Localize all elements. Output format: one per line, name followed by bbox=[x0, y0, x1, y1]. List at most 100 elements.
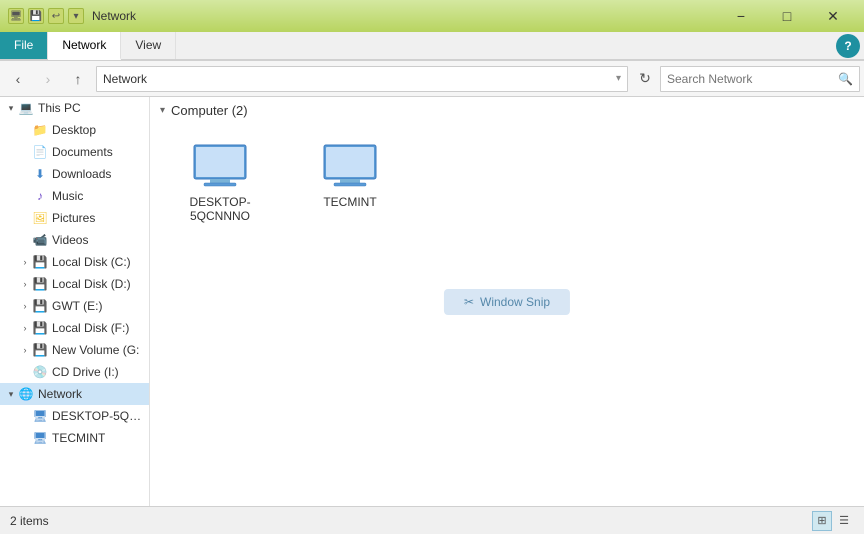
sidebar-item-local-f[interactable]: › 💾 Local Disk (F:) bbox=[14, 317, 149, 339]
section-header-computer[interactable]: ▾ Computer (2) bbox=[150, 97, 864, 124]
toggle-pictures bbox=[18, 211, 32, 225]
desktop-icon: 📁 bbox=[32, 122, 48, 138]
sidebar-label-local-c: Local Disk (C:) bbox=[52, 255, 131, 269]
sidebar-label-music: Music bbox=[52, 189, 83, 203]
quick-access-undo[interactable]: ↩ bbox=[48, 8, 64, 24]
sidebar-item-local-c[interactable]: › 💾 Local Disk (C:) bbox=[14, 251, 149, 273]
local-f-icon: 💾 bbox=[32, 320, 48, 336]
pictures-icon: 🖼 bbox=[32, 210, 48, 226]
search-input[interactable] bbox=[667, 72, 838, 86]
sidebar-item-desktop[interactable]: 📁 Desktop bbox=[14, 119, 149, 141]
network-icon: 🌐 bbox=[18, 386, 34, 402]
tab-file[interactable]: File bbox=[0, 32, 48, 59]
items-grid: DESKTOP-5QCNNNO TECMINT bbox=[150, 124, 864, 242]
item-count: 2 items bbox=[10, 514, 49, 528]
breadcrumb-dropdown-icon[interactable]: ▾ bbox=[616, 73, 621, 84]
sidebar-label-documents: Documents bbox=[52, 145, 113, 159]
sidebar-label-videos: Videos bbox=[52, 233, 88, 247]
details-view-button[interactable]: ☰ bbox=[834, 511, 854, 531]
desktop-5qcn-icon: 🖥 bbox=[32, 408, 48, 424]
videos-icon: 📹 bbox=[32, 232, 48, 248]
up-button[interactable]: ↑ bbox=[64, 65, 92, 93]
nav-bar: ‹ › ↑ Network ▾ ↻ 🔍 bbox=[0, 61, 864, 97]
toggle-this-pc[interactable]: ▾ bbox=[4, 101, 18, 115]
tecmint-icon: 🖥 bbox=[32, 430, 48, 446]
sidebar-label-downloads: Downloads bbox=[52, 167, 111, 181]
new-volume-g-icon: 💾 bbox=[32, 342, 48, 358]
toggle-local-c[interactable]: › bbox=[18, 255, 32, 269]
local-c-icon: 💾 bbox=[32, 254, 48, 270]
sidebar-label-pictures: Pictures bbox=[52, 211, 95, 225]
main-layout: ▾ 💻 This PC 📁 Desktop 📄 Documents ⬇ Down… bbox=[0, 97, 864, 506]
sidebar-item-tecmint[interactable]: 🖥 TECMINT bbox=[14, 427, 149, 449]
item-label-desktop: DESKTOP-5QCNNNO bbox=[169, 195, 271, 223]
address-bar[interactable]: Network ▾ bbox=[96, 66, 628, 92]
quick-access-save[interactable]: 💾 bbox=[28, 8, 44, 24]
forward-button[interactable]: › bbox=[34, 65, 62, 93]
item-label-tecmint: TECMINT bbox=[323, 195, 376, 209]
sidebar-item-documents[interactable]: 📄 Documents bbox=[14, 141, 149, 163]
this-pc-icon: 💻 bbox=[18, 100, 34, 116]
downloads-icon: ⬇ bbox=[32, 166, 48, 182]
tab-view[interactable]: View bbox=[121, 32, 176, 59]
grid-item-desktop[interactable]: DESKTOP-5QCNNNO bbox=[160, 134, 280, 232]
sidebar-item-desktop-5qcn[interactable]: 🖥 DESKTOP-5QCN bbox=[14, 405, 149, 427]
toggle-desktop-5qcn bbox=[18, 409, 32, 423]
toggle-new-volume-g[interactable]: › bbox=[18, 343, 32, 357]
computer-icon-desktop bbox=[190, 143, 250, 191]
local-d-icon: 💾 bbox=[32, 276, 48, 292]
window-title: Network bbox=[92, 9, 718, 23]
sidebar-item-new-volume-g[interactable]: › 💾 New Volume (G: bbox=[14, 339, 149, 361]
sidebar-label-tecmint: TECMINT bbox=[52, 431, 105, 445]
computer-icon-tecmint bbox=[320, 143, 380, 191]
sidebar-label-local-f: Local Disk (F:) bbox=[52, 321, 129, 335]
large-icons-view-button[interactable]: ⊞ bbox=[812, 511, 832, 531]
sidebar-item-music[interactable]: ♪ Music bbox=[14, 185, 149, 207]
documents-icon: 📄 bbox=[32, 144, 48, 160]
search-icon: 🔍 bbox=[838, 72, 853, 86]
back-button[interactable]: ‹ bbox=[4, 65, 32, 93]
minimize-button[interactable]: − bbox=[718, 0, 764, 32]
title-bar-icons: 🖥 💾 ↩ ▾ bbox=[8, 8, 84, 24]
toggle-desktop bbox=[18, 123, 32, 137]
snip-icon: ✂ bbox=[464, 295, 474, 309]
content-area: ▾ Computer (2) DESKTOP-5QCNNNO bbox=[150, 97, 864, 506]
sidebar-item-local-d[interactable]: › 💾 Local Disk (D:) bbox=[14, 273, 149, 295]
toggle-network[interactable]: ▾ bbox=[4, 387, 18, 401]
sidebar-label-network: Network bbox=[38, 387, 82, 401]
toggle-downloads bbox=[18, 167, 32, 181]
quick-access-menu[interactable]: ▾ bbox=[68, 8, 84, 24]
window-controls: − □ ✕ bbox=[718, 0, 856, 32]
toggle-tecmint bbox=[18, 431, 32, 445]
toggle-gwt-e[interactable]: › bbox=[18, 299, 32, 313]
grid-item-tecmint[interactable]: TECMINT bbox=[290, 134, 410, 232]
toggle-documents bbox=[18, 145, 32, 159]
snip-label: Window Snip bbox=[480, 295, 550, 309]
sidebar-item-videos[interactable]: 📹 Videos bbox=[14, 229, 149, 251]
toggle-local-d[interactable]: › bbox=[18, 277, 32, 291]
sidebar-item-cd-drive[interactable]: 💿 CD Drive (I:) bbox=[14, 361, 149, 383]
refresh-button[interactable]: ↻ bbox=[632, 66, 658, 92]
sidebar-label-cd-drive: CD Drive (I:) bbox=[52, 365, 119, 379]
toggle-videos bbox=[18, 233, 32, 247]
close-button[interactable]: ✕ bbox=[810, 0, 856, 32]
sidebar: ▾ 💻 This PC 📁 Desktop 📄 Documents ⬇ Down… bbox=[0, 97, 150, 506]
view-toggle-group: ⊞ ☰ bbox=[812, 511, 854, 531]
search-bar[interactable]: 🔍 bbox=[660, 66, 860, 92]
sidebar-item-network[interactable]: ▾ 🌐 Network bbox=[0, 383, 149, 405]
help-button[interactable]: ? bbox=[836, 34, 860, 58]
sidebar-label-local-d: Local Disk (D:) bbox=[52, 277, 131, 291]
toggle-cd-drive bbox=[18, 365, 32, 379]
title-bar: 🖥 💾 ↩ ▾ Network − □ ✕ bbox=[0, 0, 864, 32]
sidebar-item-gwt-e[interactable]: › 💾 GWT (E:) bbox=[14, 295, 149, 317]
maximize-button[interactable]: □ bbox=[764, 0, 810, 32]
section-toggle-computer[interactable]: ▾ bbox=[160, 105, 165, 116]
gwt-e-icon: 💾 bbox=[32, 298, 48, 314]
tab-network[interactable]: Network bbox=[48, 32, 121, 60]
sidebar-item-pictures[interactable]: 🖼 Pictures bbox=[14, 207, 149, 229]
sidebar-item-this-pc[interactable]: ▾ 💻 This PC bbox=[0, 97, 149, 119]
toggle-local-f[interactable]: › bbox=[18, 321, 32, 335]
sidebar-label-this-pc: This PC bbox=[38, 101, 81, 115]
sidebar-label-desktop-5qcn: DESKTOP-5QCN bbox=[52, 409, 145, 423]
sidebar-item-downloads[interactable]: ⬇ Downloads bbox=[14, 163, 149, 185]
